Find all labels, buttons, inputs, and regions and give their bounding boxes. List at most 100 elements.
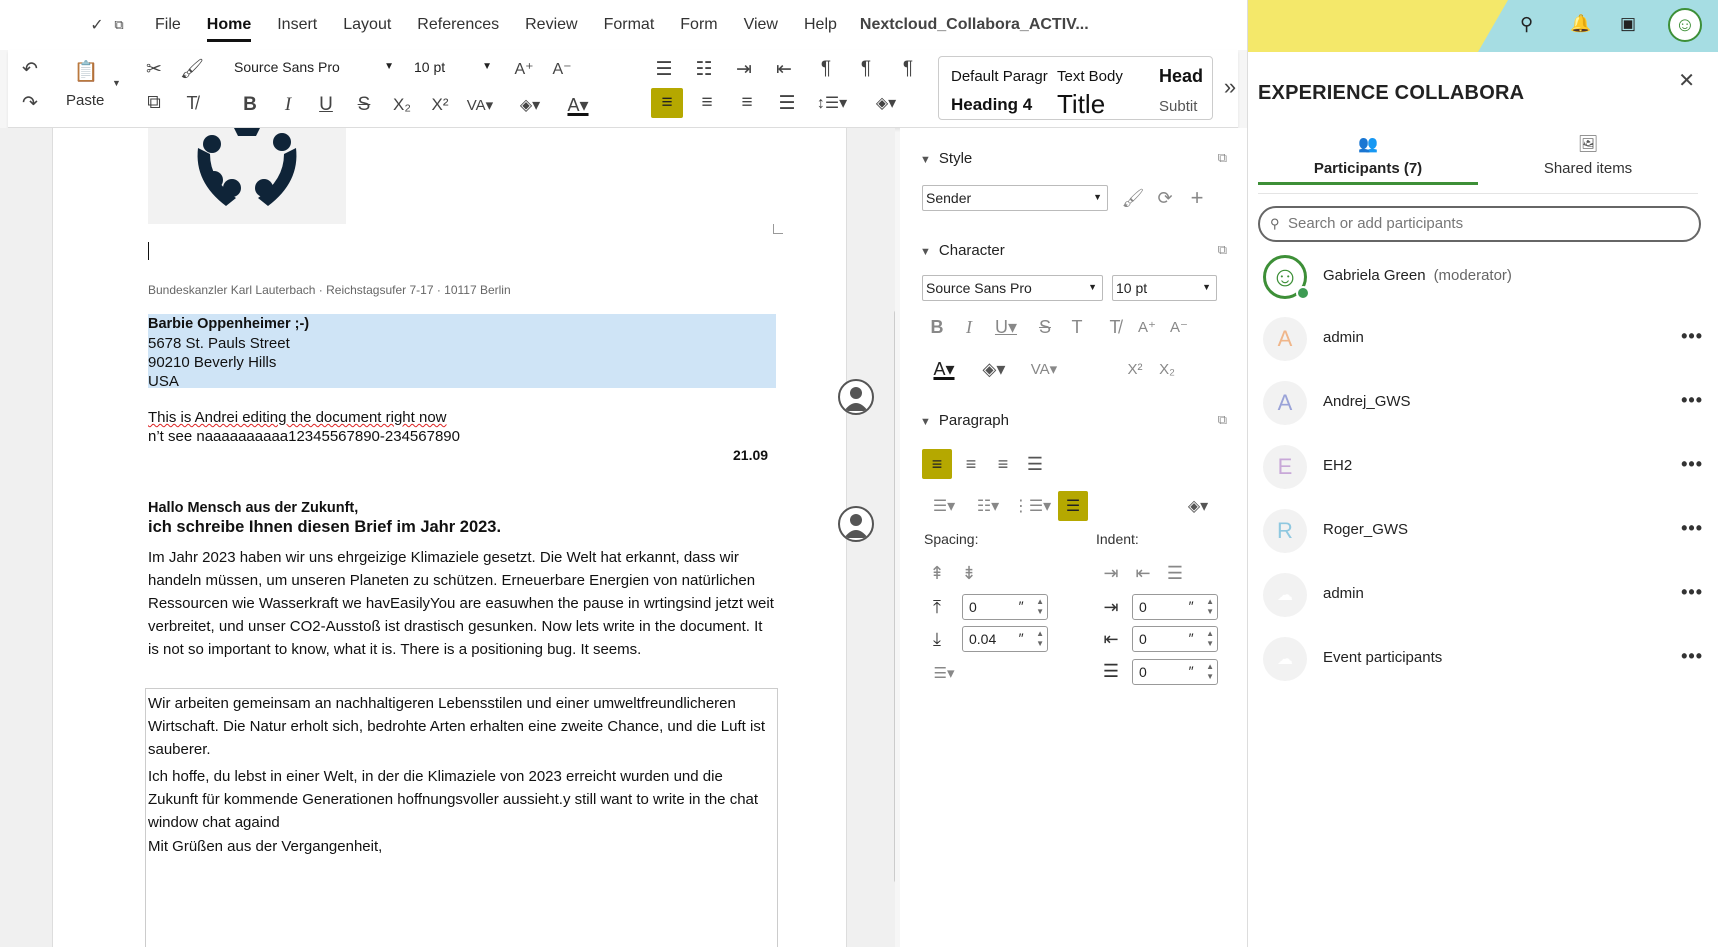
clone-formatting-icon[interactable]: 🖌 [176, 54, 208, 84]
menu-home[interactable]: Home [194, 16, 264, 42]
strikethrough-icon[interactable]: S [348, 90, 380, 120]
spacing-above-field[interactable]: 0 ″ ▲ ▼ [962, 594, 1048, 620]
highlight-color-icon[interactable]: ◈▾ [514, 90, 546, 120]
decrease-indent-icon[interactable]: ⇤ [768, 54, 800, 84]
italic-icon[interactable]: I [272, 90, 304, 120]
participant-search-input[interactable]: ⚲ Search or add participants [1258, 206, 1701, 242]
ltr-paragraph-icon[interactable]: ¶ [850, 54, 882, 84]
paste-icon[interactable]: 📋 [70, 56, 102, 86]
font-color-icon[interactable]: A▾ [562, 90, 594, 120]
menu-references[interactable]: References [404, 16, 512, 34]
subscript-icon[interactable]: X₂ [386, 90, 418, 120]
close-icon[interactable]: ✕ [1678, 68, 1695, 93]
popout-icon[interactable]: ⧉ [1218, 150, 1227, 166]
shrink-font-icon[interactable]: A⁻ [546, 54, 578, 84]
comment-avatar-icon[interactable] [838, 379, 874, 415]
character-section-header[interactable]: ▼ Character [920, 242, 1005, 259]
style-title[interactable]: Title [1057, 89, 1105, 119]
underline-icon[interactable]: U [310, 90, 342, 120]
menu-insert[interactable]: Insert [264, 16, 330, 34]
hanging-indent-icon[interactable]: ☰ [1160, 558, 1190, 588]
character-spacing-icon[interactable]: VA▾ [1022, 354, 1066, 384]
highlight-color-icon[interactable]: ◈▾ [972, 354, 1016, 384]
spacing-below-field[interactable]: 0.04 ″ ▲ ▼ [962, 626, 1048, 652]
participant-row[interactable]: ☺ Gabriela Green (moderator) [1258, 252, 1698, 302]
paragraph-section-header[interactable]: ▼ Paragraph [920, 412, 1009, 429]
indent-first-line-field[interactable]: 0 ″ ▲ ▼ [1132, 659, 1218, 685]
paste-dropdown-icon[interactable]: ▼ [112, 78, 121, 88]
participant-row[interactable]: R Roger_GWS ••• [1258, 506, 1702, 556]
menu-help[interactable]: Help [791, 16, 850, 34]
tab-participants[interactable]: 👥 Participants (7) [1258, 134, 1478, 185]
checkmark-icon[interactable]: ✓ [86, 15, 108, 35]
line-spacing-icon[interactable]: ↕☰▾ [816, 88, 848, 118]
font-color-icon[interactable]: A▾ [922, 354, 966, 384]
italic-icon[interactable]: I [954, 312, 984, 342]
list-clear-icon[interactable]: ☰ [1058, 491, 1088, 521]
superscript-icon[interactable]: X² [1120, 354, 1150, 384]
copy-icon[interactable]: ⧉ [138, 88, 170, 118]
more-options-icon[interactable]: ••• [1681, 454, 1703, 475]
tab-shared-items[interactable]: 🖼 Shared items [1478, 134, 1698, 177]
character-spacing-icon[interactable]: VA▾ [464, 90, 496, 120]
document-page[interactable]: Bundeskanzler Karl Lauterbach · Reichsta… [52, 128, 847, 947]
justify-icon[interactable]: ☰ [1020, 449, 1050, 479]
menu-review[interactable]: Review [512, 16, 590, 34]
participant-row[interactable]: E EH2 ••• [1258, 442, 1702, 492]
style-refresh-icon[interactable]: ⟳ [1150, 183, 1180, 213]
clear-formatting-icon[interactable]: T̸ [1100, 312, 1130, 342]
increase-indent-icon[interactable]: ⇥ [728, 54, 760, 84]
outline-list-icon[interactable]: ⋮☰▾ [1012, 491, 1052, 521]
indent-before-field[interactable]: 0 ″ ▲ ▼ [1132, 594, 1218, 620]
more-options-icon[interactable]: ••• [1681, 390, 1703, 411]
align-right-icon[interactable]: ≡ [731, 88, 763, 118]
spinner-arrows-icon[interactable]: ▲ ▼ [1206, 662, 1214, 682]
style-heading[interactable]: Head [1159, 66, 1203, 87]
align-center-icon[interactable]: ≡ [956, 449, 986, 479]
grow-font-icon[interactable]: A⁺ [508, 54, 540, 84]
align-right-icon[interactable]: ≡ [988, 449, 1018, 479]
align-left-icon[interactable]: ≡ [651, 88, 683, 118]
increase-spacing-icon[interactable]: ⇞ [922, 558, 952, 588]
indent-after-field[interactable]: 0 ″ ▲ ▼ [1132, 626, 1218, 652]
rtl-paragraph-icon[interactable]: ¶ [892, 54, 924, 84]
character-size-select[interactable]: 10 pt ▼ [1112, 275, 1217, 301]
document-canvas[interactable]: Bundeskanzler Karl Lauterbach · Reichsta… [0, 128, 895, 947]
character-font-select[interactable]: Source Sans Pro ▼ [922, 275, 1103, 301]
notifications-icon[interactable]: 🔔 [1570, 14, 1591, 34]
comment-avatar-icon[interactable] [838, 506, 874, 542]
align-left-icon[interactable]: ≡ [922, 449, 952, 479]
numbered-list-icon[interactable]: ☷▾ [968, 491, 1008, 521]
spinner-arrows-icon[interactable]: ▲ ▼ [1036, 629, 1044, 649]
search-icon[interactable]: ⚲ [1520, 14, 1533, 35]
formatting-marks-icon[interactable]: ¶ [810, 54, 842, 84]
open-external-icon[interactable]: ⧉ [108, 17, 130, 33]
shadow-icon[interactable]: T [1062, 312, 1092, 342]
font-name-select[interactable]: Source Sans Pro ▼ [228, 56, 400, 82]
redo-icon[interactable]: ↷ [14, 88, 46, 118]
double-chevron-right-icon[interactable]: » [1214, 72, 1246, 102]
more-options-icon[interactable]: ••• [1681, 646, 1703, 667]
paragraph-background-icon[interactable]: ◈▾ [1178, 491, 1218, 521]
grow-font-icon[interactable]: A⁺ [1132, 312, 1162, 342]
menu-layout[interactable]: Layout [330, 16, 404, 34]
style-text-body[interactable]: Text Body [1057, 68, 1123, 85]
indent-decrease-icon[interactable]: ⇤ [1128, 558, 1158, 588]
superscript-icon[interactable]: X² [424, 90, 456, 120]
menu-view[interactable]: View [731, 16, 791, 34]
cut-icon[interactable]: ✂ [138, 54, 170, 84]
popout-icon[interactable]: ⧉ [1218, 242, 1227, 258]
user-avatar-icon[interactable]: ☺ [1668, 8, 1702, 42]
font-size-select[interactable]: 10 pt ▼ [408, 56, 498, 82]
numbered-list-icon[interactable]: ☷ [688, 54, 720, 84]
spinner-arrows-icon[interactable]: ▲ ▼ [1036, 597, 1044, 617]
paragraph-background-icon[interactable]: ◈▾ [870, 88, 902, 118]
clear-formatting-icon[interactable]: T̸ [176, 88, 208, 118]
underline-icon[interactable]: U▾ [986, 312, 1026, 342]
contacts-icon[interactable]: ▣ [1620, 14, 1636, 34]
bullet-list-icon[interactable]: ☰▾ [924, 491, 964, 521]
menu-file[interactable]: File [142, 16, 194, 34]
justify-icon[interactable]: ☰ [771, 88, 803, 118]
spinner-arrows-icon[interactable]: ▲ ▼ [1206, 597, 1214, 617]
more-options-icon[interactable]: ••• [1681, 518, 1703, 539]
